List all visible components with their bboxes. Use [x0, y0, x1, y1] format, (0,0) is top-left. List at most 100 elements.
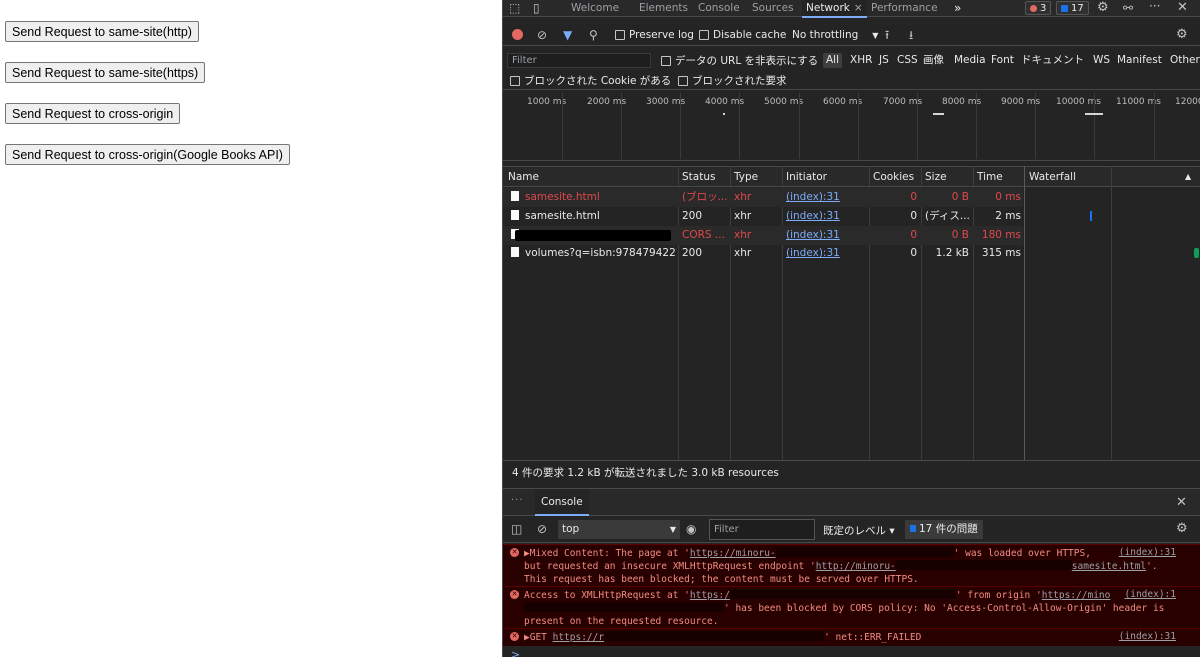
- cross-origin-google-books-button[interactable]: Send Request to cross-origin(Google Book…: [5, 144, 290, 165]
- filter-type-xhr[interactable]: XHR: [847, 53, 875, 68]
- network-settings-gear-icon[interactable]: ⚙: [1176, 27, 1188, 43]
- col-time[interactable]: Time: [973, 167, 1003, 187]
- message-text: but requested an insecure XMLHttpRequest…: [524, 561, 816, 573]
- network-toolbar: ⊘ ▼ ⚲ Preserve log Disable cache No thro…: [503, 24, 1200, 46]
- filter-type-manifest[interactable]: Manifest: [1114, 53, 1165, 68]
- tick-line: [799, 93, 800, 159]
- blocked-cookies-checkbox[interactable]: ブロックされた Cookie がある: [510, 73, 671, 88]
- col-initiator[interactable]: Initiator: [782, 167, 827, 187]
- hide-data-urls-checkbox[interactable]: データの URL を非表示にする: [661, 53, 818, 68]
- filter-type-img[interactable]: 画像: [920, 53, 947, 68]
- close-icon[interactable]: ×: [854, 2, 863, 14]
- col-name[interactable]: Name: [504, 167, 539, 187]
- tab-performance[interactable]: Performance: [871, 0, 938, 17]
- request-initiator[interactable]: (index):31: [782, 188, 869, 207]
- filter-icon[interactable]: ▼: [563, 27, 572, 43]
- issues-button[interactable]: 17 件の問題: [905, 520, 983, 539]
- filter-type-media[interactable]: Media: [951, 53, 989, 68]
- network-filter-input[interactable]: Filter: [507, 53, 651, 68]
- col-waterfall[interactable]: Waterfall: [1025, 167, 1076, 187]
- col-size[interactable]: Size: [921, 167, 947, 187]
- more-options-icon[interactable]: ···: [1149, 0, 1160, 14]
- same-site-http-button[interactable]: Send Request to same-site(http): [5, 21, 199, 42]
- device-toolbar-icon[interactable]: ▯: [533, 0, 540, 16]
- throttling-select[interactable]: No throttling ▼: [792, 29, 878, 41]
- message-link[interactable]: http://minoru-: [816, 561, 896, 572]
- same-site-https-button[interactable]: Send Request to same-site(https): [5, 62, 206, 83]
- error-icon: ✕: [510, 548, 519, 557]
- col-type[interactable]: Type: [730, 167, 758, 187]
- console-error-message[interactable]: ✕ ▶Mixed Content: The page at 'https://m…: [503, 544, 1200, 586]
- clear-console-icon[interactable]: ⊘: [537, 521, 547, 537]
- cross-origin-button[interactable]: Send Request to cross-origin: [5, 103, 181, 124]
- request-type: xhr: [734, 247, 752, 259]
- message-link[interactable]: https:/: [690, 590, 730, 601]
- console-settings-gear-icon[interactable]: ⚙: [1176, 521, 1188, 537]
- filter-type-doc[interactable]: ドキュメント: [1018, 53, 1087, 68]
- file-icon: [511, 210, 519, 220]
- message-link[interactable]: https://minoru-: [690, 548, 776, 559]
- preserve-log-checkbox[interactable]: Preserve log: [615, 29, 694, 41]
- tab-elements[interactable]: Elements: [639, 0, 688, 17]
- sort-up-icon[interactable]: ▲: [1181, 167, 1191, 187]
- message-source-link[interactable]: (index):31: [1119, 631, 1176, 643]
- export-har-icon[interactable]: ⭳: [909, 27, 913, 43]
- blocked-requests-checkbox[interactable]: ブロックされた要求: [678, 73, 787, 88]
- message-link[interactable]: https://mino: [1042, 590, 1111, 601]
- filter-type-css[interactable]: CSS: [894, 53, 921, 68]
- filter-type-all[interactable]: All: [823, 53, 843, 68]
- blocked-requests-label: ブロックされた要求: [692, 75, 787, 87]
- tab-network[interactable]: Network ×: [802, 0, 867, 18]
- filter-type-other[interactable]: Other: [1167, 53, 1200, 68]
- filter-type-js[interactable]: JS: [876, 53, 892, 68]
- error-count-badge[interactable]: 3: [1025, 1, 1052, 15]
- close-drawer-icon[interactable]: ✕: [1176, 495, 1187, 511]
- col-status[interactable]: Status: [678, 167, 715, 187]
- message-link[interactable]: https://r: [553, 632, 604, 643]
- request-initiator[interactable]: (index):31: [782, 226, 869, 245]
- request-size: 1.2 kB: [935, 247, 969, 259]
- tab-sources[interactable]: Sources: [752, 0, 794, 17]
- eye-icon[interactable]: ◉: [686, 521, 696, 537]
- col-cookies[interactable]: Cookies: [869, 167, 914, 187]
- drawer-tab-console[interactable]: Console: [535, 489, 589, 516]
- console-filter-input[interactable]: Filter: [709, 519, 815, 540]
- request-initiator[interactable]: (index):31: [782, 244, 869, 263]
- console-error-message[interactable]: ✕ ▶GET https://r ' net::ERR_FAILED (index…: [503, 628, 1200, 646]
- clear-icon[interactable]: ⊘: [537, 27, 547, 43]
- search-icon[interactable]: ⚲: [589, 27, 598, 43]
- import-har-icon[interactable]: ⭱: [885, 27, 889, 43]
- filter-type-font[interactable]: Font: [988, 53, 1017, 68]
- console-error-message[interactable]: ✕ Access to XMLHttpRequest at 'https:/ ' …: [503, 586, 1200, 628]
- devtools-panel: ⬚ ▯ Welcome Elements Console Sources Net…: [502, 0, 1200, 657]
- disable-cache-checkbox[interactable]: Disable cache: [699, 29, 786, 41]
- message-link[interactable]: samesite.html: [1072, 561, 1146, 572]
- message-source-link[interactable]: (index):31: [1119, 547, 1176, 559]
- issue-count-badge[interactable]: 17: [1056, 1, 1089, 15]
- gear-icon[interactable]: ⚙: [1097, 0, 1109, 16]
- message-source-link[interactable]: (index):1: [1125, 589, 1176, 601]
- network-overview[interactable]: 1000 ms 2000 ms 3000 ms 4000 ms 5000 ms …: [503, 91, 1200, 161]
- drawer-menu-icon[interactable]: ···: [511, 495, 524, 506]
- table-row[interactable]: samesite.html (ブロッ... xhr (index):31 0 0…: [503, 188, 1023, 207]
- inspect-element-icon[interactable]: ⬚: [509, 0, 520, 16]
- record-icon[interactable]: [512, 29, 523, 40]
- file-icon: [511, 191, 519, 201]
- console-prompt[interactable]: >: [511, 648, 520, 657]
- request-name: samesite.html: [507, 188, 677, 207]
- filter-type-ws[interactable]: WS: [1090, 53, 1113, 68]
- tab-welcome[interactable]: Welcome: [571, 0, 619, 17]
- request-size: 0 B: [951, 229, 969, 241]
- context-select[interactable]: top ▼: [558, 520, 680, 539]
- table-row[interactable]: samesite.html 200 xhr (index):31 0 (ディス.…: [503, 207, 1023, 226]
- request-initiator[interactable]: (index):31: [782, 207, 869, 226]
- connection-icon[interactable]: ⚯: [1123, 0, 1133, 16]
- context-value: top: [562, 523, 580, 535]
- request-type: xhr: [734, 229, 752, 241]
- sidebar-toggle-icon[interactable]: ◫: [511, 521, 522, 537]
- close-devtools-icon[interactable]: ✕: [1177, 0, 1188, 16]
- log-levels-select[interactable]: 既定のレベル ▾: [823, 523, 895, 538]
- table-row[interactable]: volumes?q=isbn:97847942217... 200 xhr (i…: [503, 244, 1023, 263]
- more-tabs-icon[interactable]: »: [954, 0, 961, 17]
- tab-console[interactable]: Console: [698, 0, 740, 17]
